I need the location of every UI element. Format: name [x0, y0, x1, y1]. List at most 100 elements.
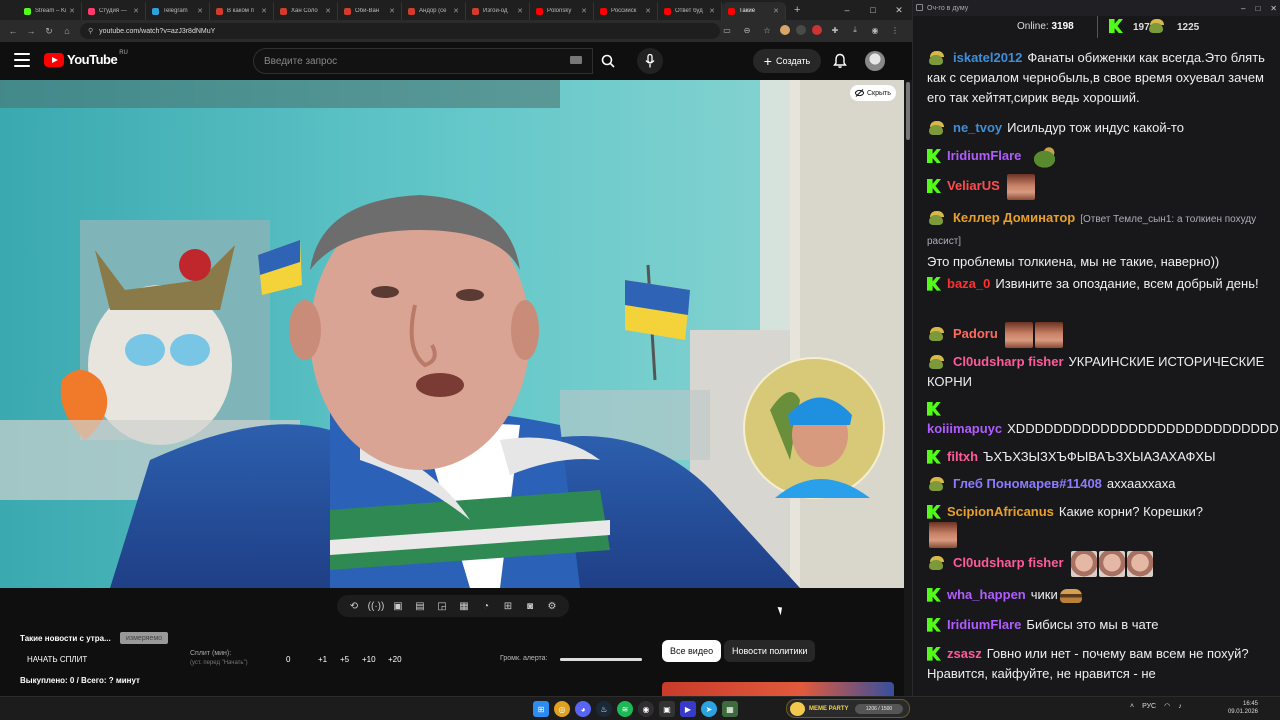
tab-close-icon[interactable]: ✕	[773, 7, 779, 15]
search-button[interactable]	[593, 48, 623, 74]
minimize-icon[interactable]: –	[834, 0, 860, 20]
zoom-icon[interactable]: ⊖	[740, 23, 754, 37]
reload-icon[interactable]: ↻	[40, 22, 58, 40]
chat-username[interactable]: koiiimapuyc	[927, 421, 1002, 436]
chat-username[interactable]: zsasz	[947, 646, 982, 661]
maximize-icon[interactable]: □	[1255, 4, 1260, 13]
bookmark-star-icon[interactable]: ☆	[760, 23, 774, 37]
tab-4[interactable]: Хан Соло ✕	[274, 2, 338, 20]
keyboard-icon[interactable]	[570, 56, 582, 64]
account-avatar[interactable]	[865, 51, 885, 71]
add-screen-icon[interactable]: ⊞	[500, 598, 516, 614]
tab-close-icon[interactable]: ✕	[389, 7, 395, 15]
back-icon[interactable]: ←	[4, 22, 22, 40]
extension-icon[interactable]	[796, 25, 806, 35]
close-icon[interactable]: ✕	[1270, 4, 1277, 13]
extensions-puzzle-icon[interactable]: ✚	[828, 23, 842, 37]
tab-close-icon[interactable]: ✕	[325, 7, 331, 15]
chat-username[interactable]: ne_tvoy	[953, 120, 1002, 135]
clock[interactable]: 16:45 09.01.2026	[1228, 700, 1258, 716]
chip-all-videos[interactable]: Все видео	[662, 640, 722, 662]
tab-close-icon[interactable]: ✕	[517, 7, 523, 15]
extension-icon[interactable]	[780, 25, 790, 35]
site-info-icon[interactable]: ⚲	[88, 27, 93, 35]
camera-icon[interactable]: ◙	[522, 598, 538, 614]
page-scrollbar[interactable]	[904, 80, 912, 696]
tab-close-icon[interactable]: ✕	[261, 7, 267, 15]
downloads-icon[interactable]: ⤓	[848, 23, 862, 37]
tab-0[interactable]: Stream – Ki ✕	[18, 2, 82, 20]
meme-party-widget[interactable]: MEME PARTY 1206 / 1500	[786, 699, 910, 718]
tab-close-icon[interactable]: ✕	[581, 7, 587, 15]
close-icon[interactable]: ✕	[886, 0, 912, 20]
maximize-icon[interactable]: □	[860, 0, 886, 20]
tab-8[interactable]: Polonsky ✕	[530, 2, 594, 20]
settings-gear-icon[interactable]: ⚙	[544, 598, 560, 614]
chat-username[interactable]: Cl0udsharp fisher	[953, 555, 1064, 570]
forward-icon[interactable]: →	[22, 22, 40, 40]
minimize-icon[interactable]: –	[1241, 4, 1245, 13]
chat-username[interactable]: baza_0	[947, 276, 990, 291]
frame-icon[interactable]: ▦	[456, 598, 472, 614]
tab-close-icon[interactable]: ✕	[709, 7, 715, 15]
tab-1[interactable]: Студия — ✕	[82, 2, 146, 20]
chat-username[interactable]: VeliarUS	[947, 178, 1000, 193]
scrollbar-thumb[interactable]	[906, 82, 910, 140]
hide-overlay-button[interactable]: Скрыть	[850, 85, 896, 101]
tab-10[interactable]: Ответ буд ✕	[658, 2, 722, 20]
video-player[interactable]	[0, 80, 904, 588]
url-field[interactable]: ⚲ youtube.com/watch?v=azJ3r8dNMuY	[80, 23, 720, 39]
menu-kebab-icon[interactable]: ⋮	[888, 23, 902, 37]
chip-politics-news[interactable]: Новости политики	[724, 640, 816, 662]
tray-chevron-icon[interactable]: ˄	[1130, 703, 1134, 710]
split-add-1-button[interactable]: +1	[318, 655, 327, 664]
extension-icon[interactable]	[812, 25, 822, 35]
home-icon[interactable]: ⌂	[58, 22, 76, 40]
loop-icon[interactable]: ⟲	[346, 598, 362, 614]
tab-11-active[interactable]: Такие ✕	[722, 2, 786, 20]
search-input[interactable]: Введите запрос	[253, 48, 593, 74]
chat-username[interactable]: Глеб Пономарев#11408	[953, 476, 1102, 491]
tab-5[interactable]: Оби-Ван ✕	[338, 2, 402, 20]
split-add-5-button[interactable]: +5	[340, 655, 349, 664]
chat-username[interactable]: Cl0udsharp fisher	[953, 354, 1064, 369]
chat-username[interactable]: Padoru	[953, 326, 998, 341]
discord-icon[interactable]: ◕	[575, 701, 591, 717]
chat-username[interactable]: Келлер Доминатор	[953, 210, 1075, 225]
recommended-video-thumbnail[interactable]	[662, 682, 894, 696]
volume-icon[interactable]: ♪	[1178, 703, 1182, 710]
chat-username[interactable]: iskatel2012	[953, 50, 1022, 65]
chat-username[interactable]: IridiumFlare	[947, 148, 1021, 163]
create-button[interactable]: + Создать	[753, 49, 821, 73]
tab-2[interactable]: Telegram ✕	[146, 2, 210, 20]
spotify-icon[interactable]: ≋	[617, 701, 633, 717]
windows-start-icon[interactable]: ⊞	[533, 701, 549, 717]
lang-indicator[interactable]: РУС	[1142, 703, 1156, 710]
tab-close-icon[interactable]: ✕	[69, 7, 75, 15]
chrome-icon[interactable]: ◎	[554, 701, 570, 717]
install-icon[interactable]: ▭	[720, 23, 734, 37]
tab-3[interactable]: В каком п ✕	[210, 2, 274, 20]
start-split-button[interactable]: НАЧАТЬ СПЛИТ	[27, 655, 87, 664]
split-add-10-button[interactable]: +10	[362, 655, 376, 664]
chat-username[interactable]: IridiumFlare	[947, 617, 1021, 632]
tab-close-icon[interactable]: ✕	[133, 7, 139, 15]
youtube-logo[interactable]: YouTube RU	[44, 50, 128, 67]
wifi-icon[interactable]: ◠	[1164, 702, 1170, 710]
alert-volume-slider[interactable]	[560, 658, 642, 661]
gallery-icon[interactable]: ▦	[722, 701, 738, 717]
chat-username[interactable]: ScipionAfricanus	[947, 504, 1054, 519]
gamepad-icon[interactable]: ▣	[659, 701, 675, 717]
tab-close-icon[interactable]: ✕	[197, 7, 203, 15]
tab-close-icon[interactable]: ✕	[453, 7, 459, 15]
steam-icon[interactable]: ♨	[596, 701, 612, 717]
voice-search-button[interactable]	[637, 48, 663, 74]
telegram-icon[interactable]: ➤	[701, 701, 717, 717]
film-icon[interactable]: ▤	[412, 598, 428, 614]
tab-close-icon[interactable]: ✕	[645, 7, 651, 15]
broadcast-icon[interactable]: ((·))	[368, 598, 385, 614]
profile-icon[interactable]: ◉	[868, 23, 882, 37]
menu-hamburger-icon[interactable]	[14, 53, 30, 67]
notifications-bell-icon[interactable]	[832, 53, 848, 69]
speed-gauge-icon[interactable]: ◔	[478, 598, 494, 614]
